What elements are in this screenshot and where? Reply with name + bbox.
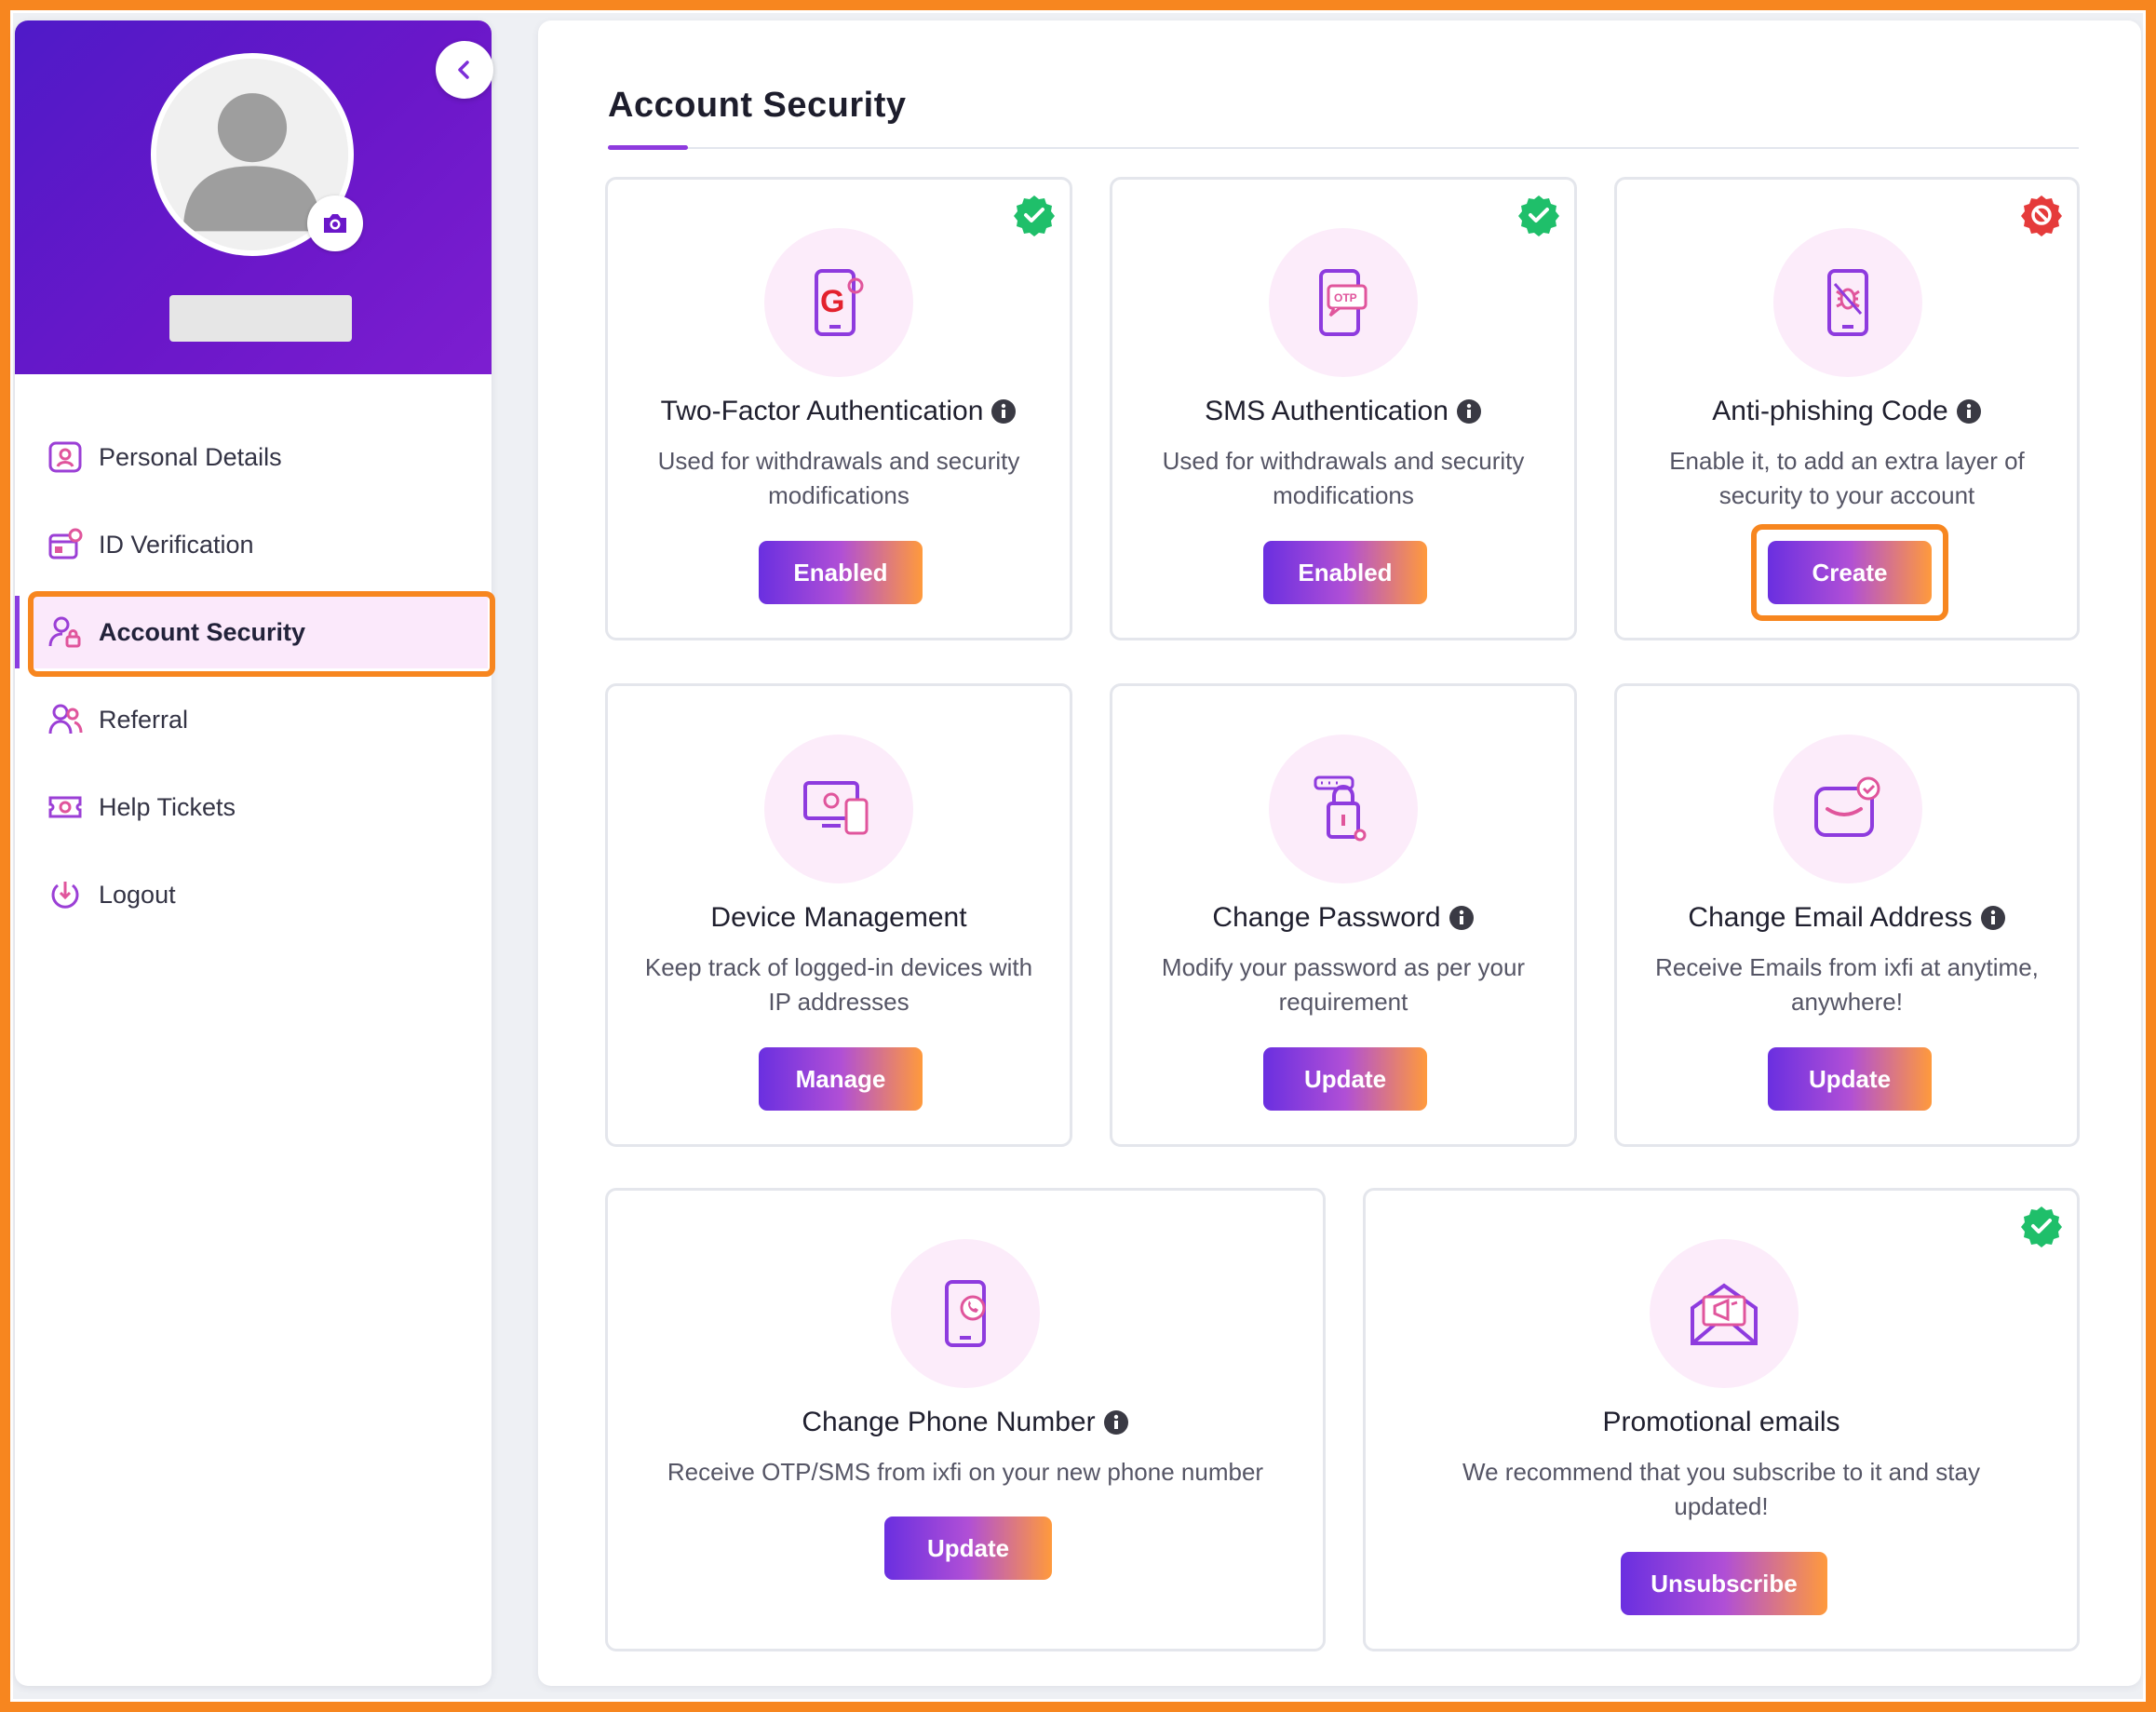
svg-text:OTP: OTP (1334, 291, 1357, 304)
camera-icon (324, 214, 346, 233)
card-device-management: Device Management Keep track of logged-i… (605, 683, 1072, 1147)
card-description: Keep track of logged-in devices with IP … (644, 953, 1033, 1016)
card-description: Enable it, to add an extra layer of secu… (1669, 447, 2025, 509)
card-title-text: Two-Factor Authentication (660, 396, 984, 426)
card-title: Promotional emails (1602, 1407, 1840, 1437)
icon-circle (764, 735, 913, 883)
card-title: Anti-phishing Code (1617, 396, 2077, 427)
info-icon[interactable] (1103, 1409, 1129, 1436)
change-password-update-button[interactable]: Update (1263, 1047, 1427, 1111)
card-change-password: Change Password Modify your password as … (1110, 683, 1577, 1147)
card-title: Change Password (1112, 902, 1574, 934)
id-card-icon (47, 438, 84, 476)
icon-circle (1269, 735, 1418, 883)
card-title: Device Management (710, 902, 967, 933)
sidebar-item-label: Account Security (99, 617, 306, 646)
sidebar-item-referral[interactable]: Referral (15, 683, 492, 756)
sidebar-item-personal-details[interactable]: Personal Details (15, 421, 492, 493)
verified-badge-icon (2019, 1204, 2064, 1248)
otp-message-icon: OTP (1319, 269, 1368, 336)
card-two-factor: G Two-Factor Authentication Used for wit… (605, 177, 1072, 640)
icon-circle (891, 1239, 1040, 1388)
icon-circle: G (764, 228, 913, 377)
sidebar-item-id-verification[interactable]: ID Verification (15, 508, 492, 581)
user-lock-icon (47, 613, 84, 651)
logout-icon (47, 876, 84, 913)
card-description: Used for withdrawals and security modifi… (1162, 447, 1525, 509)
anti-phishing-create-button[interactable]: Create (1768, 541, 1932, 604)
card-title: Change Phone Number (608, 1407, 1323, 1438)
icon-circle (1773, 228, 1922, 377)
ticket-icon (47, 789, 84, 826)
card-description: Modify your password as per your require… (1161, 953, 1526, 1016)
profile-header (15, 20, 492, 374)
collapse-sidebar-button[interactable] (436, 41, 493, 99)
card-title-text: Change Email Address (1688, 902, 1973, 933)
card-title-text: Change Phone Number (802, 1407, 1096, 1437)
sidebar-item-label: Referral (99, 705, 189, 734)
card-title: Two-Factor Authentication (608, 396, 1070, 427)
info-icon[interactable] (1456, 398, 1482, 425)
anti-phishing-icon (1827, 269, 1868, 336)
icon-circle: OTP (1269, 228, 1418, 377)
card-description: Receive Emails from ixfi at anytime, any… (1655, 953, 2039, 1016)
change-phone-update-button[interactable]: Update (884, 1517, 1052, 1580)
password-lock-icon (1314, 775, 1367, 842)
card-change-email: Change Email Address Receive Emails from… (1614, 683, 2080, 1147)
verified-badge-icon (1012, 193, 1057, 237)
info-icon[interactable] (1449, 905, 1475, 931)
card-change-phone: Change Phone Number Receive OTP/SMS from… (605, 1188, 1326, 1651)
icon-circle (1650, 1239, 1799, 1388)
card-description: We recommend that you subscribe to it an… (1462, 1458, 1980, 1520)
users-icon (47, 701, 84, 738)
page-title: Account Security (608, 86, 907, 125)
card-title: SMS Authentication (1112, 396, 1574, 427)
promotional-unsubscribe-button[interactable]: Unsubscribe (1621, 1552, 1827, 1615)
id-verify-icon (47, 526, 84, 563)
card-description: Receive OTP/SMS from ixfi on your new ph… (667, 1458, 1264, 1486)
card-title-text: Change Password (1212, 902, 1441, 933)
info-icon[interactable] (1956, 398, 1982, 425)
phone-icon (945, 1280, 986, 1347)
sidebar-nav: Personal Details ID Verification Account… (15, 421, 495, 946)
change-photo-button[interactable] (307, 195, 363, 251)
change-email-update-button[interactable]: Update (1768, 1047, 1932, 1111)
username-placeholder (169, 295, 352, 342)
sidebar-item-logout[interactable]: Logout (15, 858, 492, 931)
sidebar-item-label: Logout (99, 880, 176, 909)
sidebar-item-account-security[interactable]: Account Security (15, 596, 488, 668)
sms-auth-enabled-button[interactable]: Enabled (1263, 541, 1427, 604)
title-accent-bar (608, 145, 688, 150)
svg-text:G: G (820, 284, 844, 319)
sidebar-item-help-tickets[interactable]: Help Tickets (15, 771, 492, 843)
card-anti-phishing: Anti-phishing Code Enable it, to add an … (1614, 177, 2080, 640)
google-authenticator-icon: G (815, 269, 864, 336)
sidebar-item-label: ID Verification (99, 530, 254, 559)
card-title: Change Email Address (1617, 902, 2077, 934)
chevron-left-icon (458, 61, 469, 79)
email-icon (1814, 776, 1880, 837)
card-sms-auth: OTP SMS Authentication Used for withdraw… (1110, 177, 1577, 640)
icon-circle (1773, 735, 1922, 883)
sidebar: Personal Details ID Verification Account… (15, 20, 495, 1686)
card-title-text: Anti-phishing Code (1712, 396, 1948, 426)
devices-icon (803, 781, 869, 835)
title-divider (608, 147, 2079, 149)
info-icon[interactable] (990, 398, 1017, 425)
main-panel: Account Security G Two-Factor Authentica… (538, 20, 2141, 1686)
verified-badge-icon (1516, 193, 1561, 237)
card-title-text: SMS Authentication (1205, 396, 1449, 426)
two-factor-enabled-button[interactable]: Enabled (759, 541, 923, 604)
card-description: Used for withdrawals and security modifi… (657, 447, 1020, 509)
promo-mail-icon (1691, 1283, 1758, 1345)
info-icon[interactable] (1980, 905, 2006, 931)
sidebar-item-label: Personal Details (99, 442, 282, 471)
card-promotional-emails: Promotional emails We recommend that you… (1363, 1188, 2080, 1651)
disabled-badge-icon (2019, 193, 2064, 237)
device-manage-button[interactable]: Manage (759, 1047, 923, 1111)
sidebar-item-label: Help Tickets (99, 792, 236, 821)
